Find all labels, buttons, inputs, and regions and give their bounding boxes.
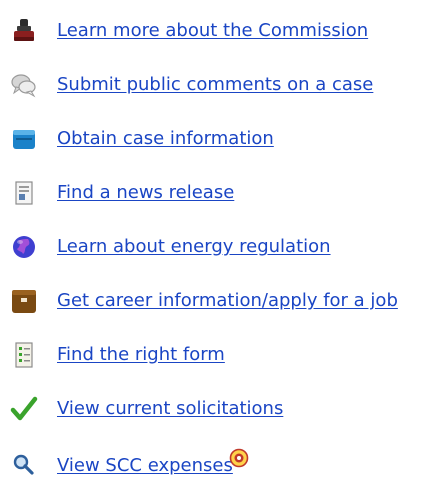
form-checklist-icon xyxy=(10,341,38,369)
comment-bubbles-icon xyxy=(10,71,38,99)
briefcase-icon xyxy=(10,287,38,315)
learn-commission-link[interactable]: Learn more about the Commission xyxy=(57,20,368,42)
external-site-badge-icon xyxy=(229,448,249,468)
submit-comments-link[interactable]: Submit public comments on a case xyxy=(57,74,373,96)
list-item-news-release: Find a news release xyxy=(0,173,448,213)
energy-regulation-link[interactable]: Learn about energy regulation xyxy=(57,236,331,258)
news-document-icon xyxy=(10,179,38,207)
list-item-energy-regulation: Learn about energy regulation xyxy=(0,227,448,267)
magnifier-icon xyxy=(10,452,38,480)
news-release-link[interactable]: Find a news release xyxy=(57,182,234,204)
career-information-link[interactable]: Get career information/apply for a job xyxy=(57,290,398,312)
list-item-expenses: View SCC expenses xyxy=(0,446,448,486)
list-item-solicitations: View current solicitations xyxy=(0,389,448,429)
commission-seal-icon xyxy=(10,17,38,45)
list-item-commission: Learn more about the Commission xyxy=(0,11,448,51)
list-item-careers: Get career information/apply for a job xyxy=(0,281,448,321)
list-item-forms: Find the right form xyxy=(0,335,448,375)
list-item-public-comments: Submit public comments on a case xyxy=(0,65,448,105)
case-folder-icon xyxy=(10,125,38,153)
find-form-link[interactable]: Find the right form xyxy=(57,344,225,366)
solicitations-link[interactable]: View current solicitations xyxy=(57,398,283,420)
list-item-case-info: Obtain case information xyxy=(0,119,448,159)
scc-expenses-link[interactable]: View SCC expenses xyxy=(57,455,233,477)
globe-icon xyxy=(10,233,38,261)
case-information-link[interactable]: Obtain case information xyxy=(57,128,274,150)
checkmark-icon xyxy=(10,395,38,423)
